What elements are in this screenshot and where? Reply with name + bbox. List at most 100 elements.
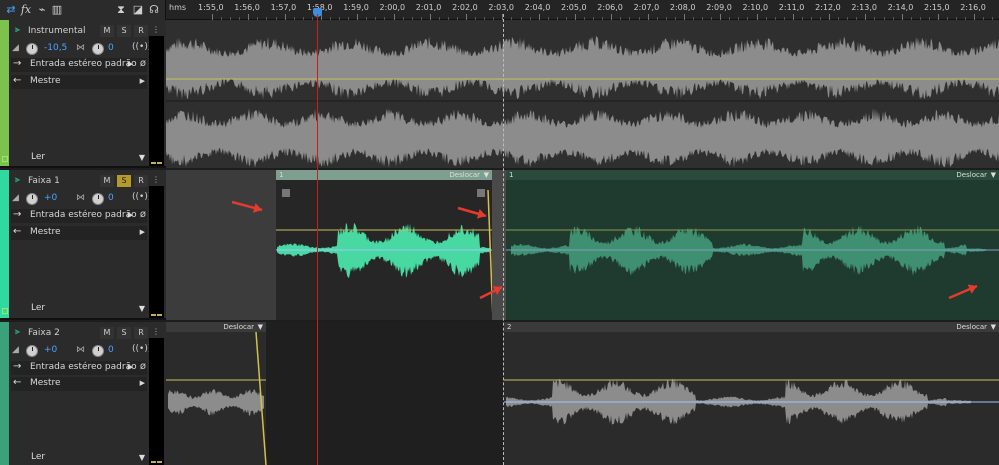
pan-knob[interactable]: [92, 193, 104, 205]
clip-mode[interactable]: Deslocar: [956, 322, 987, 332]
metronome-icon[interactable]: ⧗: [114, 3, 128, 17]
chevron-down-icon[interactable]: ▼: [258, 322, 263, 332]
track-select-box[interactable]: [2, 308, 8, 314]
clip-header[interactable]: 1 Deslocar ▼: [506, 170, 999, 180]
output-selector[interactable]: ← Mestre ▶: [11, 75, 147, 89]
solo-button[interactable]: S: [117, 175, 131, 187]
playhead-line[interactable]: [317, 14, 318, 465]
track-header-faixa-2[interactable]: ⫸ Faixa 2 M S R ⋮ ◢ +0 ⋈ 0 ((•)) → Entra…: [0, 322, 166, 465]
pan-value[interactable]: 0: [108, 193, 114, 203]
track-name[interactable]: Faixa 1: [28, 176, 60, 186]
fade-out-handle: [477, 189, 485, 197]
clip-header[interactable]: Deslocar ▼: [166, 322, 266, 332]
volume-value[interactable]: -10,5: [44, 43, 67, 53]
ruler-time-label: 2:08,0: [669, 3, 696, 12]
pan-value[interactable]: 0: [108, 345, 114, 355]
automation-icon[interactable]: ⌁: [35, 3, 49, 17]
faixa-1-clips[interactable]: [166, 170, 999, 320]
snap-icon[interactable]: ◪: [131, 3, 145, 17]
level-meter: [149, 36, 164, 166]
loop-icon[interactable]: ⇄: [4, 3, 18, 17]
track-name[interactable]: Instrumental: [28, 26, 86, 36]
solo-button[interactable]: S: [117, 327, 131, 339]
clip-header[interactable]: 1 Deslocar ▼: [276, 170, 492, 180]
faixa-2-clips[interactable]: [166, 322, 999, 465]
clip-mode[interactable]: Deslocar: [449, 170, 480, 180]
automation-mode-select[interactable]: Ler ▼: [11, 302, 147, 316]
ruler-time-label: 2:11,0: [778, 3, 805, 12]
record-arm-button[interactable]: R: [134, 175, 148, 187]
waveform-icon: ⫸: [15, 175, 21, 185]
mute-button[interactable]: M: [100, 327, 114, 339]
pan-knob[interactable]: [92, 43, 104, 55]
ruler-time-label: 2:10,0: [742, 3, 769, 12]
volume-icon: ◢: [12, 345, 19, 355]
input-arrow-icon: →: [13, 209, 22, 220]
track-select-box[interactable]: [2, 156, 8, 162]
record-arm-button[interactable]: R: [134, 25, 148, 37]
clip-mode[interactable]: Deslocar: [223, 322, 254, 332]
automation-mode-select[interactable]: Ler ▼: [11, 451, 147, 465]
mute-button[interactable]: M: [100, 25, 114, 37]
track-menu-icon[interactable]: ⋮: [152, 327, 160, 336]
record-arm-button[interactable]: R: [134, 327, 148, 339]
meter-icon[interactable]: ▥: [50, 3, 64, 17]
ruler-time-label: 1:57,0: [270, 3, 297, 12]
track-menu-icon[interactable]: ⋮: [152, 25, 160, 34]
input-selector[interactable]: → Entrada estéreo padrão ▶ ø: [11, 58, 147, 72]
automation-mode-select[interactable]: Ler ▼: [11, 151, 147, 165]
clip-number: 1: [509, 171, 514, 179]
track-header-instrumental[interactable]: ⫸ Instrumental M S R ⋮ ◢ -10,5 ⋈ 0 ((•))…: [0, 20, 166, 168]
headphones-icon[interactable]: ☊: [147, 3, 161, 17]
output-selector[interactable]: ← Mestre ▶: [11, 226, 147, 240]
mute-button[interactable]: M: [100, 175, 114, 187]
track-lane-faixa-1[interactable]: 1 Deslocar ▼ 1 Deslocar ▼: [166, 170, 999, 320]
pan-knob[interactable]: [92, 345, 104, 357]
chevron-down-icon[interactable]: ▼: [484, 170, 489, 180]
fx-icon[interactable]: fx: [19, 3, 33, 17]
ruler-time-label: 2:02,0: [452, 3, 478, 12]
track-lane-faixa-2[interactable]: Deslocar ▼ 2 Deslocar ▼: [166, 322, 999, 465]
output-label: Mestre: [30, 378, 61, 388]
automation-mode-label: Ler: [31, 303, 46, 313]
track-name[interactable]: Faixa 2: [28, 328, 60, 338]
volume-knob[interactable]: [26, 193, 38, 205]
volume-knob[interactable]: [26, 345, 38, 357]
input-selector[interactable]: → Entrada estéreo padrão ▶ ø: [11, 209, 147, 223]
chevron-right-icon: ▶: [127, 60, 133, 68]
output-arrow-icon: ←: [13, 226, 22, 237]
waveform-icon: ⫸: [15, 25, 21, 35]
empty-region: [166, 170, 276, 320]
clip-number: 2: [507, 323, 512, 331]
ruler-time-label: 2:09,0: [706, 3, 732, 12]
phase-icon[interactable]: ø: [140, 361, 146, 372]
track-lane-instrumental[interactable]: [166, 20, 999, 168]
input-selector[interactable]: → Entrada estéreo padrão ▶ ø: [11, 361, 147, 375]
output-selector[interactable]: ← Mestre ▶: [11, 377, 147, 391]
chevron-down-icon[interactable]: ▼: [991, 322, 996, 332]
clip-mode[interactable]: Deslocar: [956, 170, 987, 180]
track-header-faixa-1[interactable]: ⫸ Faixa 1 M S R ⋮ ◢ +0 ⋈ 0 ((•)) → Entra…: [0, 170, 166, 320]
pan-icon: ⋈: [76, 43, 85, 53]
marker-line[interactable]: [503, 14, 504, 465]
volume-value[interactable]: +0: [44, 193, 57, 203]
chevron-down-icon[interactable]: ▼: [991, 170, 996, 180]
clip-header[interactable]: 2 Deslocar ▼: [504, 322, 999, 332]
instrumental-waveform[interactable]: [166, 20, 999, 168]
volume-pan-row: ◢ +0 ⋈ 0 ((•)): [12, 192, 151, 206]
toolbar: ⇄ fx ⌁ ▥ ⧗ ◪ ☊: [0, 0, 166, 20]
ruler-time-label: 2:16,0: [960, 3, 986, 12]
input-arrow-icon: →: [13, 58, 22, 69]
volume-knob[interactable]: [26, 43, 38, 55]
phase-icon[interactable]: ø: [140, 58, 146, 69]
automation-mode-label: Ler: [31, 152, 46, 162]
chevron-down-icon: ▼: [138, 153, 145, 162]
input-label: Entrada estéreo padrão: [30, 362, 137, 372]
solo-button[interactable]: S: [117, 25, 131, 37]
ruler-time-label: 2:04,0: [524, 3, 551, 12]
volume-value[interactable]: +0: [44, 345, 57, 355]
track-menu-icon[interactable]: ⋮: [152, 175, 160, 184]
pan-value[interactable]: 0: [108, 43, 114, 53]
input-arrow-icon: →: [13, 361, 22, 372]
phase-icon[interactable]: ø: [140, 209, 146, 220]
